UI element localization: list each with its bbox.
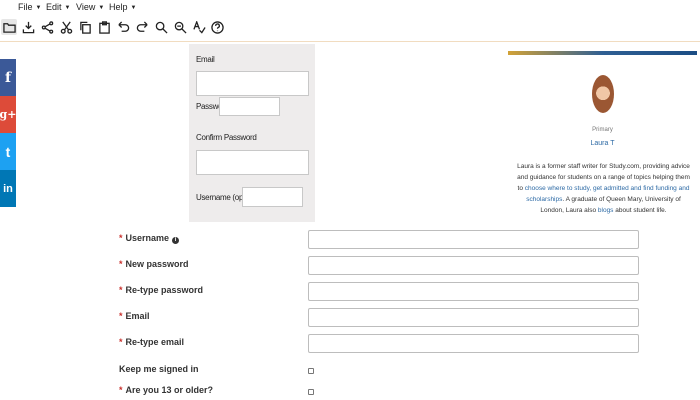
copy-button[interactable] — [77, 19, 93, 35]
retype-password-input[interactable] — [308, 282, 639, 301]
age-confirm-label: * Are you 13 or older? — [119, 385, 213, 395]
required-marker: * — [119, 337, 123, 347]
info-icon[interactable]: i — [172, 237, 180, 244]
age-confirm-checkbox[interactable] — [308, 389, 314, 395]
facebook-share-button[interactable]: f — [0, 59, 16, 96]
retype-email-input[interactable] — [308, 334, 639, 353]
retype-password-label: * Re-type password — [119, 285, 203, 295]
new-password-input[interactable] — [308, 256, 639, 275]
zoom-out-icon — [174, 21, 187, 34]
username-label: * Username i — [119, 233, 180, 244]
age-confirm-label-text: Are you 13 or older? — [125, 385, 214, 395]
cut-button[interactable] — [58, 19, 74, 35]
share-button[interactable] — [39, 19, 55, 35]
required-marker: * — [119, 311, 123, 321]
twitter-share-button[interactable]: t — [0, 133, 16, 170]
username-label-text: Username — [125, 233, 170, 243]
preview-confirm-field — [196, 150, 309, 175]
menu-bar: File ▼ Edit ▼ View ▼ Help ▼ — [0, 0, 700, 14]
new-password-label-text: New password — [125, 259, 189, 269]
preview-username-field — [242, 187, 303, 207]
help-icon — [210, 20, 224, 34]
author-bio: Laura is a former staff writer for Study… — [516, 161, 691, 216]
retype-email-label: * Re-type email — [119, 337, 184, 347]
required-marker: * — [119, 259, 123, 269]
menu-edit-label: Edit — [46, 2, 62, 12]
email-label-text: Email — [125, 311, 150, 321]
help-button[interactable] — [209, 19, 225, 35]
card-accent-bar — [508, 51, 697, 55]
google-plus-share-button[interactable]: g+ — [0, 96, 16, 133]
menu-view-label: View — [76, 2, 96, 12]
linkedin-share-button[interactable]: in — [0, 170, 16, 207]
retype-email-label-text: Re-type email — [125, 337, 185, 347]
chevron-down-icon: ▼ — [64, 5, 71, 11]
preview-password-field — [219, 97, 280, 116]
avatar — [592, 75, 614, 113]
redo-icon — [136, 20, 148, 32]
facebook-icon: f — [4, 69, 12, 86]
scissors-icon — [60, 21, 72, 34]
preview-confirm-label: Confirm Password — [196, 133, 257, 142]
linkedin-icon: in — [3, 182, 13, 195]
bio-link[interactable]: blogs — [598, 207, 614, 214]
zoom-out-button[interactable] — [172, 19, 188, 35]
keep-signed-in-label: Keep me signed in — [119, 364, 199, 374]
preview-email-label: Email — [196, 55, 215, 64]
open-folder-button[interactable] — [1, 19, 17, 35]
chevron-down-icon: ▼ — [35, 5, 42, 11]
email-label: * Email — [119, 311, 150, 321]
bio-text: about student life. — [613, 207, 667, 214]
menu-edit[interactable]: Edit ▼ — [46, 2, 70, 12]
required-marker: * — [119, 285, 123, 295]
menu-view[interactable]: View ▼ — [76, 2, 104, 12]
email-input[interactable] — [308, 308, 639, 327]
toolbar — [0, 14, 700, 42]
chevron-down-icon: ▼ — [130, 5, 137, 11]
redo-button[interactable] — [134, 19, 150, 35]
folder-icon — [2, 22, 16, 33]
required-marker: * — [119, 385, 123, 395]
preview-email-field — [196, 71, 309, 96]
undo-button[interactable] — [115, 19, 131, 35]
signup-form-preview: Email Password Confirm Password Username… — [189, 44, 315, 222]
menu-file[interactable]: File ▼ — [18, 2, 41, 12]
menu-help[interactable]: Help ▼ — [109, 2, 136, 12]
retype-password-label-text: Re-type password — [125, 285, 204, 295]
share-icon — [41, 20, 53, 34]
copy-icon — [79, 21, 91, 34]
author-name-link[interactable]: Laura T — [508, 140, 697, 147]
google-plus-icon: g+ — [0, 108, 17, 121]
spellcheck-button[interactable] — [191, 19, 207, 35]
download-button[interactable] — [20, 19, 36, 35]
new-password-label: * New password — [119, 259, 189, 269]
menu-file-label: File — [18, 2, 33, 12]
chevron-down-icon: ▼ — [98, 5, 105, 11]
keep-signed-in-checkbox[interactable] — [308, 368, 314, 374]
username-input[interactable] — [308, 230, 639, 249]
paste-button[interactable] — [96, 19, 112, 35]
clipboard-icon — [98, 20, 110, 34]
zoom-in-icon — [155, 21, 168, 34]
twitter-icon: t — [5, 143, 11, 160]
menu-help-label: Help — [109, 2, 128, 12]
download-icon — [22, 21, 34, 33]
bio-link[interactable]: choose where to study, get admitted and — [525, 185, 642, 192]
author-profile-card: Primary Laura T Laura is a former staff … — [508, 51, 697, 219]
author-role: Primary — [592, 127, 613, 133]
undo-icon — [117, 20, 129, 32]
zoom-in-button[interactable] — [153, 19, 169, 35]
required-marker: * — [119, 233, 123, 243]
spellcheck-icon — [192, 20, 206, 34]
